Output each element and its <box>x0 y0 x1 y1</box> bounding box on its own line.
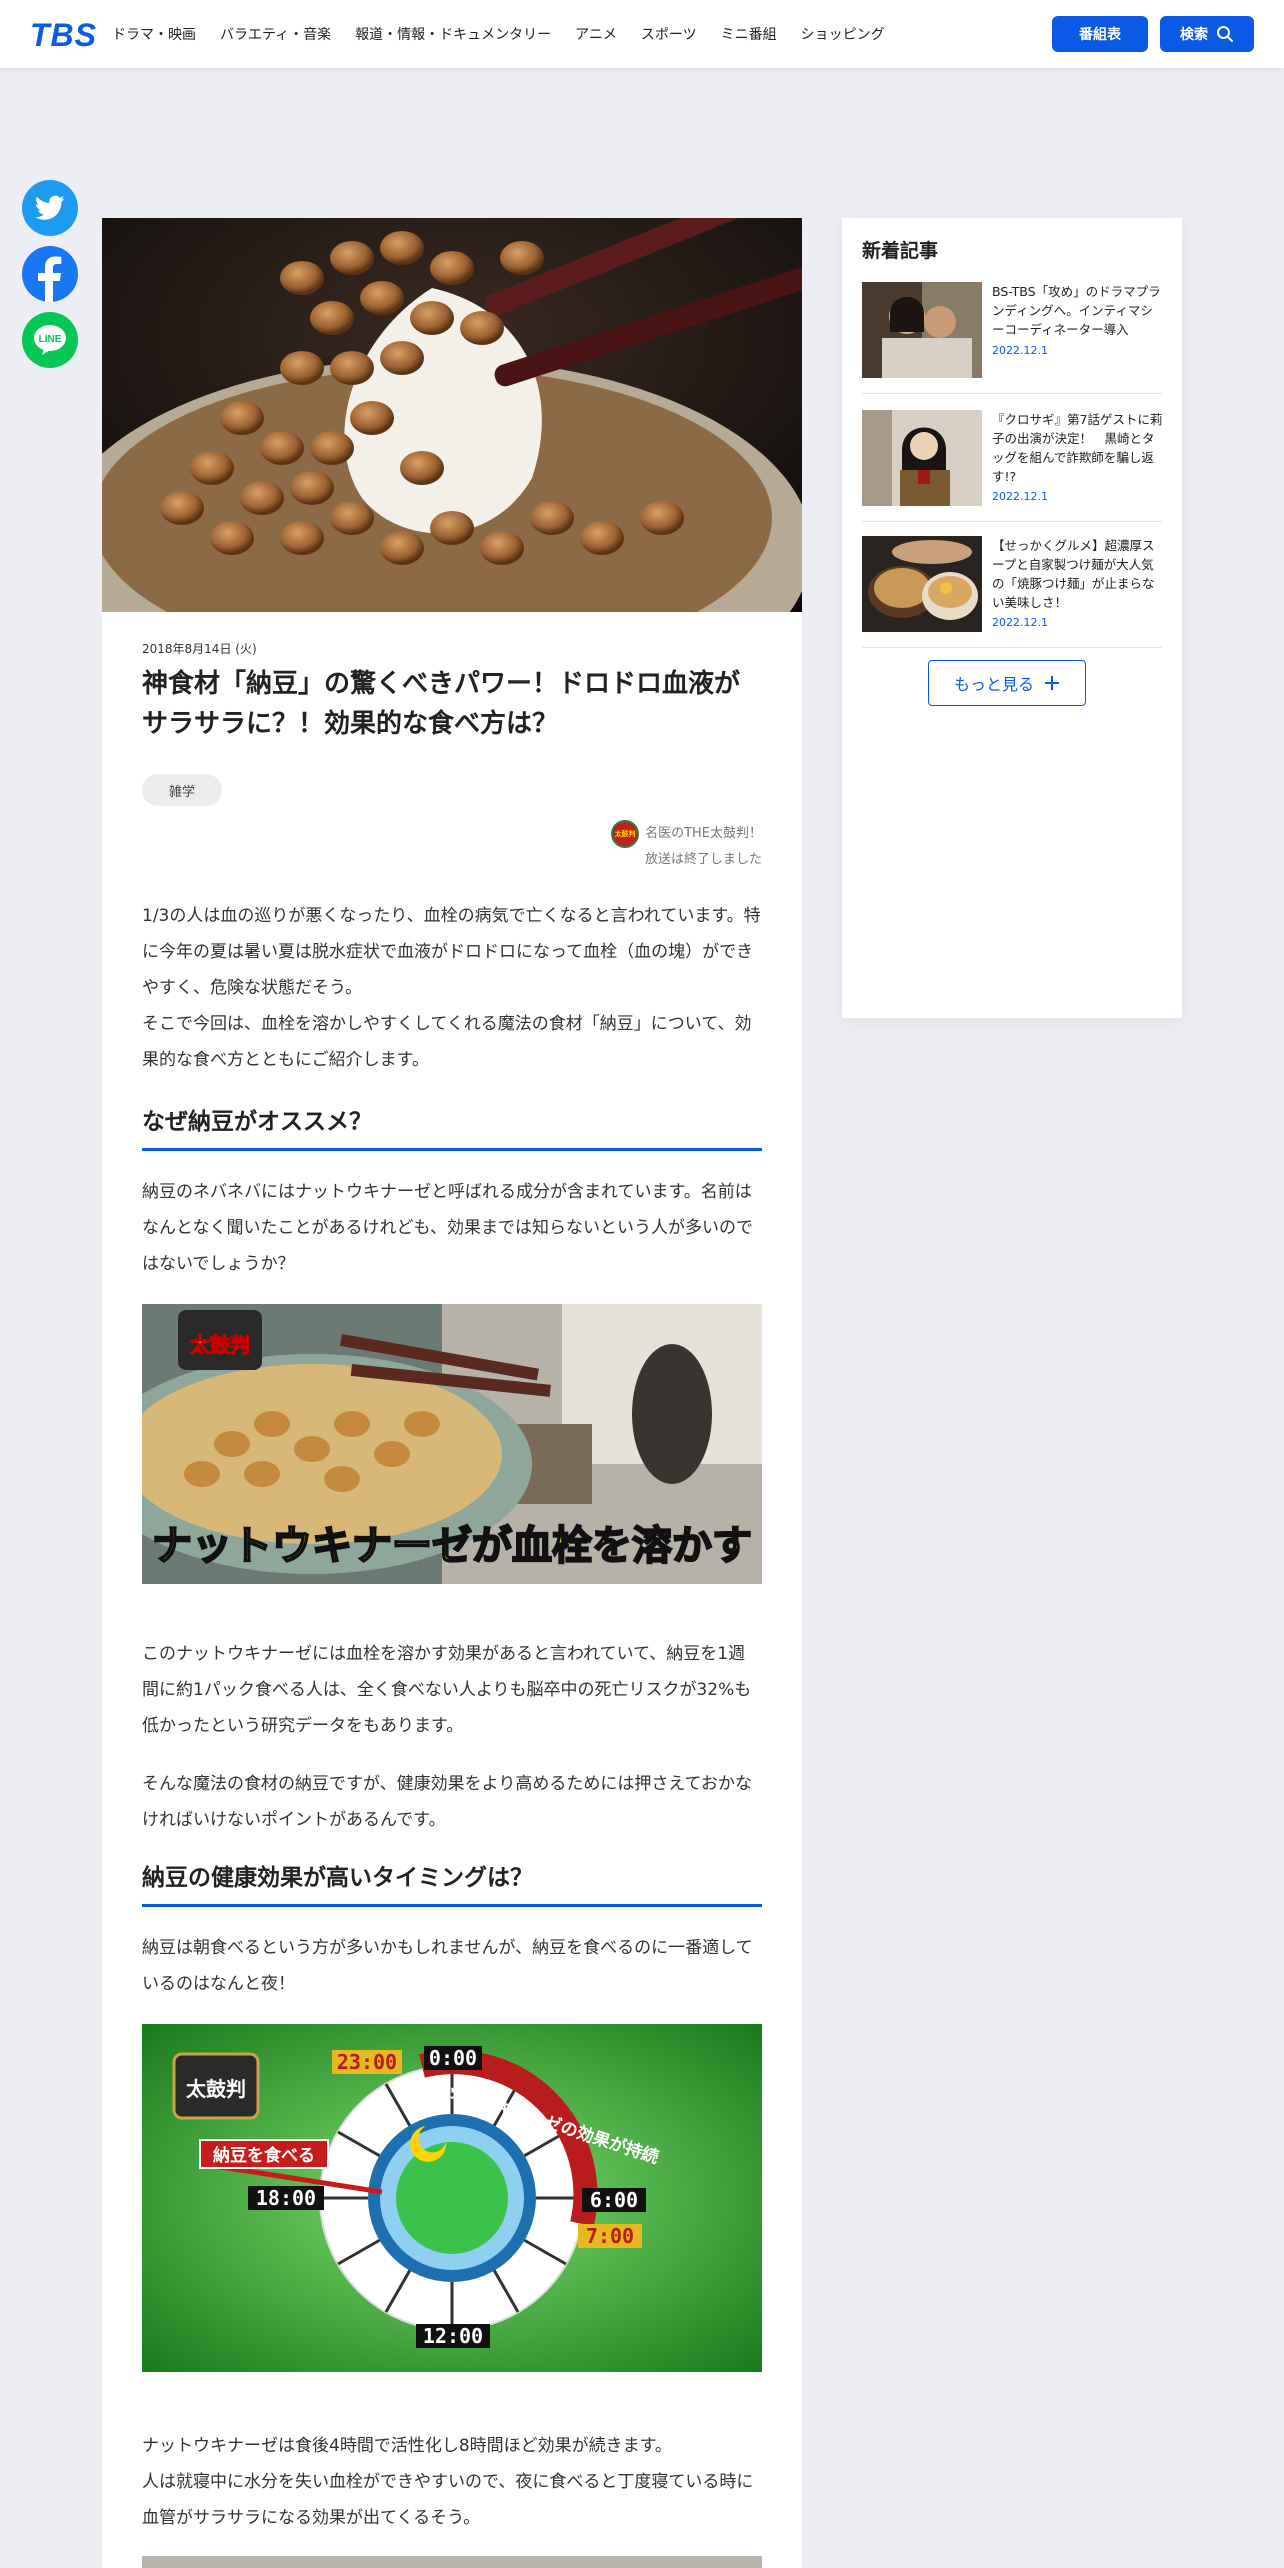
program-logo-text: 太鼓判 <box>614 830 636 838</box>
search-label: 検索 <box>1180 27 1208 43</box>
main-nav: ドラマ・映画 バラエティ・音楽 報道・情報・ドキュメンタリー アニメ スポーツ … <box>112 24 885 44</box>
search-button[interactable]: 検索 <box>1160 16 1254 52</box>
intro-paragraph-2: そこで今回は、血栓を溶かしやすくしてくれる魔法の食材「納豆」について、効果的な食… <box>142 1014 752 1070</box>
section1-paragraph-1: 納豆のネバネバにはナットウキナーゼと呼ばれる成分が含まれています。名前はなんとな… <box>142 1182 753 1274</box>
nav-variety[interactable]: バラエティ・音楽 <box>220 24 331 44</box>
section-heading-why-natto: なぜ納豆がオススメ？ <box>142 1102 762 1151</box>
nattokinase-image: 太鼓判 ナットウキナーゼが血栓を溶かす <box>142 1304 762 1584</box>
nav-shopping[interactable]: ショッピング <box>801 24 885 44</box>
taikoban-logo-text: 太鼓判 <box>190 1333 250 1357</box>
eat-natto-label: 納豆を食べる <box>213 2145 315 2166</box>
line-icon: LINE <box>34 325 66 355</box>
news-item[interactable]: BS-TBS「攻め」のドラマプランディングへ。インティマシーコーディネーター導入… <box>862 282 1162 394</box>
site-header: TBS ドラマ・映画 バラエティ・音楽 報道・情報・ドキュメンタリー アニメ ス… <box>0 0 1284 68</box>
twitter-icon <box>35 195 65 220</box>
tbs-logo[interactable]: TBS <box>30 17 97 54</box>
section2-paragraph-2: ナットウキナーゼは食後4時間で活性化し8時間ほど効果が続きます。 <box>142 2436 672 2456</box>
timing-clock-image: 0:00 23:00 6:00 7:00 18:00 12:00 納豆を食べる … <box>142 2024 762 2372</box>
sidebar-latest-news: 新着記事 BS-TBS「攻め」のドラマプランディングへ。インティマシーコーディネ… <box>842 218 1182 1018</box>
facebook-icon <box>38 256 62 302</box>
nav-anime[interactable]: アニメ <box>575 24 617 44</box>
news-thumbnail <box>862 536 982 632</box>
clock-logo-text: 太鼓判 <box>186 2077 246 2101</box>
facebook-share-button[interactable] <box>22 246 78 302</box>
news-item[interactable]: 『クロサギ』第7話ゲストに莉子の出演が決定！ 黒崎とタッグを組んで詐欺師を騙し返… <box>862 410 1162 522</box>
program-guide-button[interactable]: 番組表 <box>1052 16 1148 52</box>
line-share-button[interactable]: LINE <box>22 312 78 368</box>
image-caption-1: ナットウキナーゼが血栓を溶かす <box>152 1523 752 1569</box>
nav-drama[interactable]: ドラマ・映画 <box>112 24 196 44</box>
news-item[interactable]: 【せっかくグルメ】超濃厚スープと自家製つけ麺が大人気の「焼豚つけ麺」が止まらない… <box>862 536 1162 648</box>
nav-mini[interactable]: ミニ番組 <box>721 24 777 44</box>
search-icon <box>1217 26 1233 42</box>
section1-paragraph-3: そんな魔法の食材の納豆ですが、健康効果をより高めるためには押さえておかなければい… <box>142 1774 752 1830</box>
intro-paragraph: 1/3の人は血の巡りが悪くなったり、血栓の病気で亡くなると言われています。特に今… <box>142 906 761 998</box>
sidebar-title: 新着記事 <box>862 240 939 262</box>
twitter-share-button[interactable] <box>22 180 78 236</box>
program-status: 放送は終了しました <box>644 852 762 867</box>
section-heading-timing: 納豆の健康効果が高いタイミングは？ <box>142 1858 762 1907</box>
news-date: 2022.12.1 <box>992 616 1048 629</box>
news-date: 2022.12.1 <box>992 344 1048 357</box>
nav-sports[interactable]: スポーツ <box>641 24 697 44</box>
plus-icon <box>1045 676 1059 690</box>
category-tag[interactable]: 雑学 <box>142 774 222 806</box>
news-thumbnail <box>862 282 982 378</box>
news-date: 2022.12.1 <box>992 490 1048 503</box>
news-title: BS-TBS「攻め」のドラマプランディングへ。インティマシーコーディネーター導入 <box>992 284 1161 337</box>
more-button[interactable]: もっと見る <box>928 660 1086 706</box>
clock-label-0: 0:00 <box>429 2046 477 2070</box>
article: 2018年8月14日 (火) 神食材「納豆」の驚くべきパワー！ドロドロ血液がサラ… <box>102 218 802 2568</box>
section1-paragraph-2: このナットウキナーゼには血栓を溶かす効果があると言われていて、納豆を1週間に約1… <box>142 1644 752 1736</box>
section2-paragraph-3: 人は就寝中に水分を失い血栓ができやすいので、夜に食べると丁度寝ている時に血管がサ… <box>142 2472 754 2528</box>
news-thumbnail <box>862 410 982 506</box>
clock-label-23: 23:00 <box>337 2050 397 2074</box>
article-date: 2018年8月14日 (火) <box>142 642 257 656</box>
clock-label-18: 18:00 <box>256 2186 316 2210</box>
clock-label-12: 12:00 <box>423 2324 483 2348</box>
hero-natto-image <box>102 218 802 612</box>
article-title: 神食材「納豆」の驚くべきパワー！ドロドロ血液がサラサラに？！効果的な食べ方は？ <box>142 669 741 739</box>
more-label: もっと見る <box>953 675 1034 694</box>
clock-label-7: 7:00 <box>586 2224 634 2248</box>
program-info: 太鼓判 名医のTHE太鼓判！ 放送は終了しました <box>611 820 762 872</box>
clock-label-6: 6:00 <box>590 2188 638 2212</box>
news-title: 『クロサギ』第7話ゲストに莉子の出演が決定！ 黒崎とタッグを組んで詐欺師を騙し返… <box>992 412 1163 484</box>
section2-paragraph-1: 納豆は朝食べるという方が多いかもしれませんが、納豆を食べるのに一番適しているのは… <box>142 1938 753 1994</box>
line-label: LINE <box>39 334 62 345</box>
next-image-partial <box>142 2556 762 2568</box>
program-guide-label: 番組表 <box>1079 27 1121 43</box>
program-logo-icon: 太鼓判 <box>611 820 640 848</box>
nav-news[interactable]: 報道・情報・ドキュメンタリー <box>355 24 551 44</box>
program-name[interactable]: 名医のTHE太鼓判！ <box>645 822 762 846</box>
news-title: 【せっかくグルメ】超濃厚スープと自家製つけ麺が大人気の「焼豚つけ麺」が止まらない… <box>992 538 1155 610</box>
